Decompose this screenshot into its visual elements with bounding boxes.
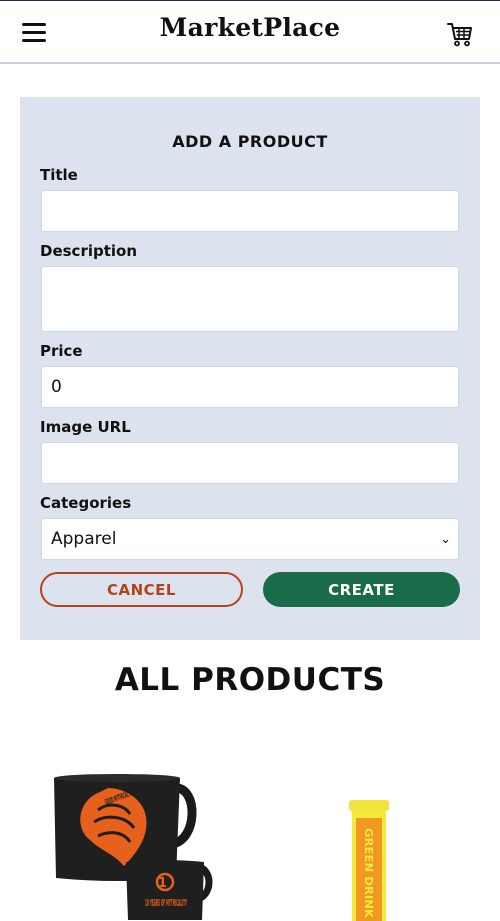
- image-url-label: Image URL: [40, 418, 131, 436]
- description-label: Description: [40, 242, 138, 260]
- all-products-heading: ALL PRODUCTS: [114, 662, 386, 698]
- top-nav-bar: MarketPlace: [0, 0, 500, 64]
- chevron-down-icon: ⌄: [440, 531, 451, 547]
- image-url-input[interactable]: [41, 442, 459, 484]
- price-input[interactable]: [41, 366, 459, 408]
- brand-logo[interactable]: MarketPlace: [0, 13, 500, 42]
- create-button[interactable]: CREATE: [263, 572, 460, 607]
- title-input[interactable]: [41, 190, 459, 232]
- cancel-button[interactable]: CANCEL: [40, 572, 243, 607]
- categories-selected-value: Apparel: [51, 529, 117, 549]
- categories-label: Categories: [40, 494, 132, 512]
- drink-tube-product-image[interactable]: GREEN DRINK: [345, 798, 393, 921]
- mug-product-image[interactable]: GOOD MYTHICAL MORNING 1 10 YEARS OF MYTH…: [48, 770, 213, 921]
- tube-text: GREEN DRINK: [362, 828, 375, 918]
- form-title: ADD A PRODUCT: [172, 132, 328, 151]
- add-product-form: ADD A PRODUCT Title Description Price Im…: [20, 97, 480, 640]
- description-textarea[interactable]: [41, 266, 459, 332]
- svg-text:1: 1: [158, 876, 167, 891]
- mug-text-2: 10 YEARS OF MYTHICALITY: [145, 898, 187, 909]
- title-label: Title: [40, 166, 78, 184]
- categories-select[interactable]: Apparel ⌄: [41, 518, 459, 560]
- shopping-cart-icon[interactable]: [446, 20, 474, 48]
- price-label: Price: [40, 342, 83, 360]
